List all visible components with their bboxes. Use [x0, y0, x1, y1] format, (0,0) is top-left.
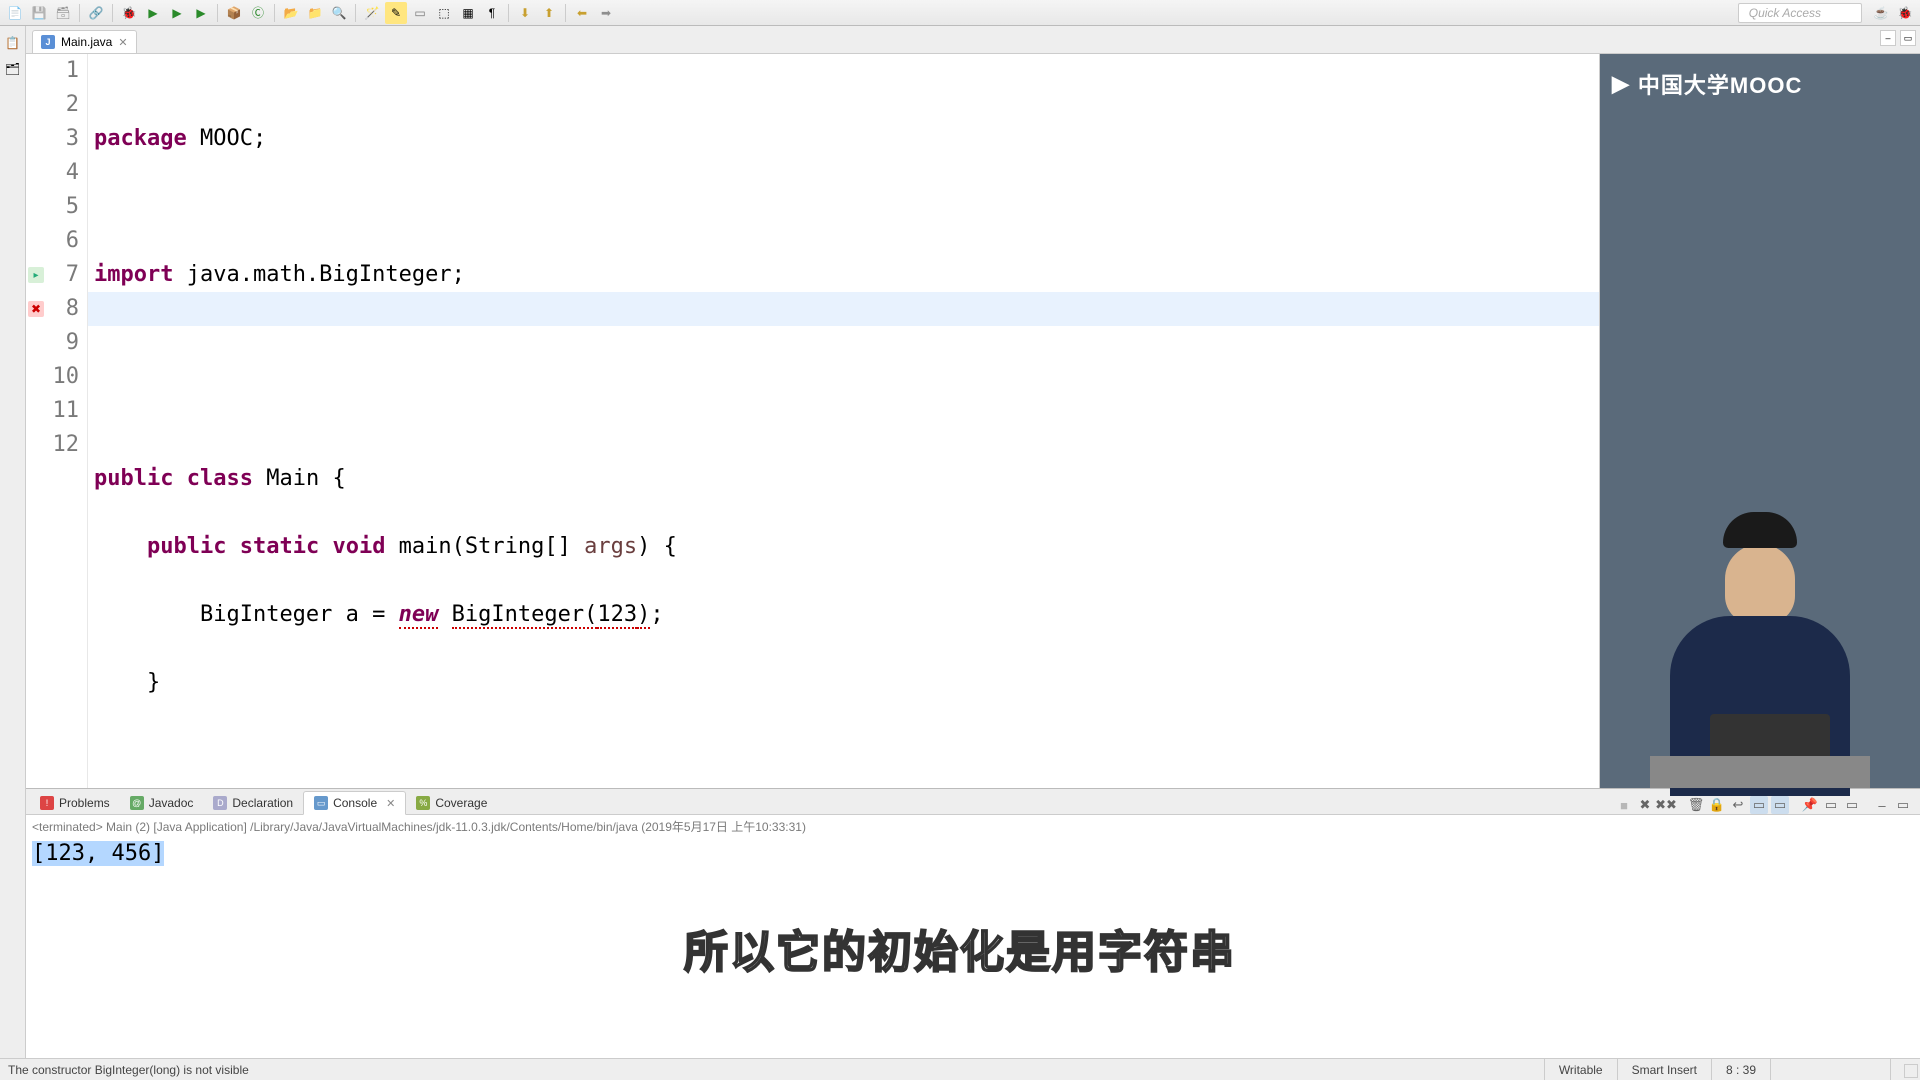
show-selected-button[interactable]: ▦: [457, 2, 479, 24]
tab-javadoc[interactable]: @Javadoc: [120, 792, 204, 814]
search-button[interactable]: 🔍: [328, 2, 350, 24]
separator: [565, 4, 566, 22]
outline-icon[interactable]: 🗂: [4, 60, 22, 78]
tab-problems[interactable]: !Problems: [30, 792, 120, 814]
wand-button[interactable]: 🪄: [361, 2, 383, 24]
separator: [112, 4, 113, 22]
clear-console-button[interactable]: 🗑: [1687, 796, 1705, 814]
video-subtitle: 所以它的初始化是用字符串: [684, 916, 1236, 980]
tab-label: Main.java: [61, 35, 112, 49]
bottom-tab-bar: !Problems @Javadoc DDeclaration ▭Console…: [26, 789, 1920, 815]
mooc-logo: ▶ 中国大学MOOC: [1612, 68, 1802, 100]
toggle-block-button[interactable]: ▭: [409, 2, 431, 24]
remove-all-button[interactable]: ✖✖: [1657, 796, 1675, 814]
minimize-view-button[interactable]: –: [1880, 30, 1896, 46]
separator: [355, 4, 356, 22]
code-content[interactable]: package MOOC; import java.math.BigIntege…: [88, 54, 1599, 788]
prev-annotation-button[interactable]: ⬆: [538, 2, 560, 24]
next-annotation-button[interactable]: ⬇: [514, 2, 536, 24]
quick-access-input[interactable]: Quick Access: [1738, 3, 1862, 23]
separator: [274, 4, 275, 22]
coverage-button[interactable]: ▶: [166, 2, 188, 24]
perspective-java-button[interactable]: ☕: [1870, 2, 1892, 24]
main-toolbar: 📄 💾 🗃 🔗 🐞 ▶ ▶ ▶ 📦 Ⓒ 📂 📁 🔍 🪄 ✎ ▭ ⬚ ▦ ¶ ⬇ …: [0, 0, 1920, 26]
tab-main-java[interactable]: J Main.java ✕: [32, 30, 137, 53]
show-whitespace-button[interactable]: ⬚: [433, 2, 455, 24]
video-feed: ▶ 中国大学MOOC: [1600, 54, 1920, 788]
console-header: <terminated> Main (2) [Java Application]…: [26, 815, 1920, 838]
status-insert-mode: Smart Insert: [1617, 1059, 1711, 1080]
display-console-button[interactable]: ▭: [1822, 796, 1840, 814]
show-on-err-button[interactable]: ▭: [1771, 796, 1789, 814]
java-file-icon: J: [41, 35, 55, 49]
save-button[interactable]: 💾: [28, 2, 50, 24]
status-message: The constructor BigInteger(long) is not …: [0, 1063, 257, 1077]
perspective-debug-button[interactable]: 🐞: [1894, 2, 1916, 24]
toggle-mark-button[interactable]: ✎: [385, 2, 407, 24]
tab-console[interactable]: ▭Console✕: [303, 791, 406, 815]
status-writable: Writable: [1544, 1059, 1617, 1080]
save-all-button[interactable]: 🗃: [52, 2, 74, 24]
new-button[interactable]: 📄: [4, 2, 26, 24]
close-icon[interactable]: ✕: [386, 797, 395, 810]
new-package-button[interactable]: 📦: [223, 2, 245, 24]
line-numbers: 1 2 3 4 5 6 7 8 9 10 11 12: [48, 54, 88, 788]
new-class-button[interactable]: Ⓒ: [247, 2, 269, 24]
presenter-figure: [1660, 508, 1860, 788]
scroll-corner: [1904, 1064, 1918, 1078]
pin-console-button[interactable]: 📌: [1801, 796, 1819, 814]
logo-icon: ▶: [1612, 71, 1630, 97]
console-output[interactable]: [123, 456]: [26, 838, 1920, 870]
tab-declaration[interactable]: DDeclaration: [203, 792, 303, 814]
minimize-panel-button[interactable]: –: [1873, 796, 1891, 814]
status-bar: The constructor BigInteger(long) is not …: [0, 1058, 1920, 1080]
current-line-highlight: [88, 292, 1599, 326]
debug-button[interactable]: 🐞: [118, 2, 140, 24]
separator: [508, 4, 509, 22]
maximize-panel-button[interactable]: ▭: [1894, 796, 1912, 814]
error-marker-icon[interactable]: ✖: [28, 301, 44, 317]
marker-gutter: ▸ ✖: [26, 54, 48, 788]
package-explorer-icon[interactable]: 📋: [4, 34, 22, 52]
scroll-lock-button[interactable]: 🔒: [1708, 796, 1726, 814]
tab-coverage[interactable]: %Coverage: [406, 792, 497, 814]
status-empty: [1770, 1059, 1890, 1080]
separator: [79, 4, 80, 22]
show-on-out-button[interactable]: ▭: [1750, 796, 1768, 814]
status-cursor-position: 8 : 39: [1711, 1059, 1770, 1080]
tab-close-icon[interactable]: ✕: [118, 36, 127, 49]
override-marker-icon[interactable]: ▸: [28, 267, 44, 283]
editor-tab-bar: J Main.java ✕ – ▭: [26, 26, 1920, 54]
word-wrap-button[interactable]: ↩: [1729, 796, 1747, 814]
run-button[interactable]: ▶: [142, 2, 164, 24]
open-type-button[interactable]: 📂: [280, 2, 302, 24]
back-button[interactable]: ⬅: [571, 2, 593, 24]
terminate-button[interactable]: ■: [1615, 796, 1633, 814]
pilcrow-button[interactable]: ¶: [481, 2, 503, 24]
code-editor[interactable]: ▸ ✖ 1 2 3 4 5 6 7 8 9 10 11 12: [26, 54, 1600, 788]
forward-button[interactable]: ➡: [595, 2, 617, 24]
maximize-view-button[interactable]: ▭: [1900, 30, 1916, 46]
open-task-button[interactable]: 📁: [304, 2, 326, 24]
run-last-button[interactable]: ▶: [190, 2, 212, 24]
open-console-button[interactable]: ▭: [1843, 796, 1861, 814]
link-button[interactable]: 🔗: [85, 2, 107, 24]
remove-launch-button[interactable]: ✖: [1636, 796, 1654, 814]
left-trim: 📋 🗂: [0, 26, 26, 1058]
separator: [217, 4, 218, 22]
